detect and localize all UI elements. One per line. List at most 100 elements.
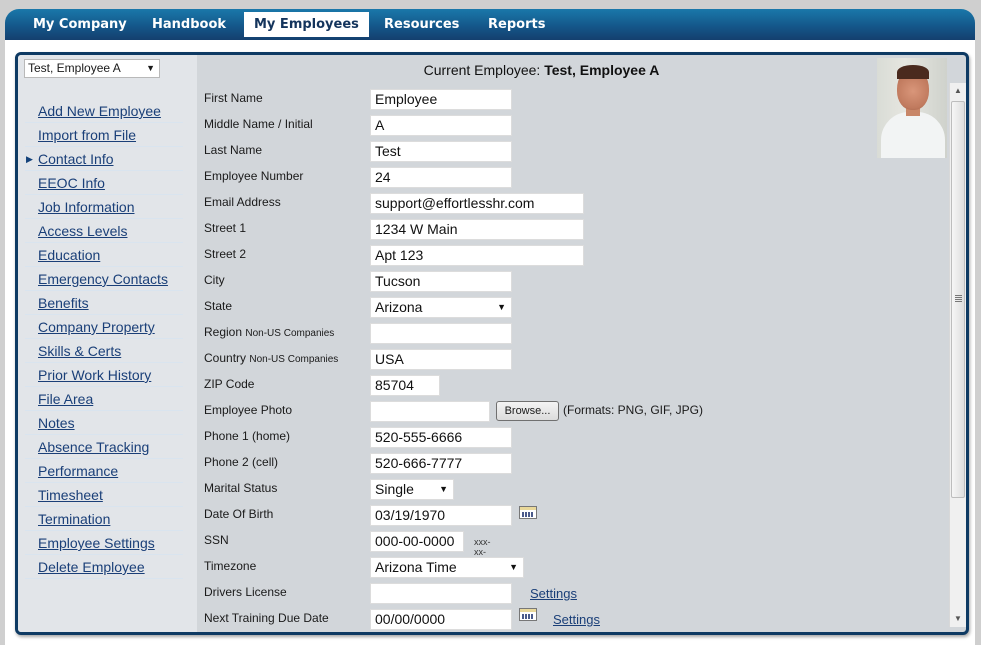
phone1-label: Phone 1 (home) — [204, 429, 291, 443]
sidebar-link[interactable]: Emergency Contacts — [38, 271, 168, 287]
street1-label: Street 1 — [204, 221, 247, 235]
sidebar-link[interactable]: Benefits — [38, 295, 89, 311]
sidebar-link[interactable]: Contact Info — [38, 151, 114, 167]
region-input[interactable] — [370, 323, 512, 344]
sidebar-link[interactable]: Employee Settings — [38, 535, 155, 551]
first-name-input[interactable]: Employee — [370, 89, 512, 110]
employee-select[interactable]: Test, Employee A ▼ — [24, 59, 160, 78]
sidebar-link[interactable]: Delete Employee — [38, 559, 145, 575]
first-name-label: First Name — [204, 91, 263, 105]
photo-shirt — [881, 112, 945, 158]
sidebar-link[interactable]: Notes — [38, 415, 75, 431]
sidebar-link[interactable]: Timesheet — [38, 487, 103, 503]
nav-my-employees[interactable]: My Employees — [244, 12, 369, 37]
scroll-thumb[interactable] — [951, 101, 965, 498]
sidebar-item-absence-tracking: Absence Tracking — [25, 435, 183, 459]
sidebar-link[interactable]: Performance — [38, 463, 118, 479]
country-label-text: Country — [204, 351, 247, 365]
timezone-label: Timezone — [204, 559, 257, 573]
sidebar-link[interactable]: Absence Tracking — [38, 439, 149, 455]
country-input[interactable]: USA — [370, 349, 512, 370]
dob-input[interactable]: 03/19/1970 — [370, 505, 512, 526]
sidebar-item-eeoc-info: EEOC Info — [25, 171, 183, 195]
calendar-icon[interactable] — [519, 506, 537, 519]
nav-reports[interactable]: Reports — [478, 12, 555, 37]
calendar-icon[interactable] — [519, 608, 537, 621]
sidebar-link[interactable]: Termination — [38, 511, 110, 527]
state-label: State — [204, 299, 233, 313]
sidebar-link[interactable]: Education — [38, 247, 100, 263]
sidebar-item-access-levels: Access Levels — [25, 219, 183, 243]
sidebar-link[interactable]: EEOC Info — [38, 175, 105, 191]
employee-number-label: Employee Number — [204, 169, 304, 183]
top-nav: My Company Handbook My Employees Resourc… — [5, 9, 975, 40]
sidebar-item-emergency-contacts: Emergency Contacts — [25, 267, 183, 291]
sidebar-link[interactable]: Job Information — [38, 199, 135, 215]
timezone-select-value: Arizona Time — [375, 559, 457, 575]
photo-file-input[interactable] — [370, 401, 490, 422]
sidebar-item-notes: Notes — [25, 411, 183, 435]
sidebar-link[interactable]: Skills & Certs — [38, 343, 121, 359]
chevron-down-icon: ▼ — [509, 562, 518, 572]
chevron-down-icon: ▼ — [146, 63, 155, 73]
last-name-input[interactable]: Test — [370, 141, 512, 162]
sidebar-item-contact-info: ▶ Contact Info — [25, 147, 183, 171]
ssn-input[interactable]: 000-00-0000 — [370, 531, 464, 552]
timezone-select[interactable]: Arizona Time ▼ — [370, 557, 524, 578]
current-employee-label: Current Employee: — [423, 62, 541, 78]
nav-my-company[interactable]: My Company — [23, 12, 137, 37]
drivers-license-label: Drivers License — [204, 585, 287, 599]
employee-panel: Test, Employee A ▼ Add New Employee Impo… — [15, 52, 969, 635]
sidebar-item-prior-work-history: Prior Work History — [25, 363, 183, 387]
street2-input[interactable]: Apt 123 — [370, 245, 584, 266]
sidebar-link[interactable]: Import from File — [38, 127, 136, 143]
chevron-down-icon: ▼ — [439, 484, 448, 494]
middle-name-input[interactable]: A — [370, 115, 512, 136]
region-note: Non-US Companies — [245, 328, 335, 339]
sidebar-link[interactable]: Add New Employee — [38, 103, 161, 119]
email-input[interactable]: support@effortlesshr.com — [370, 193, 584, 214]
employee-photo — [877, 58, 947, 158]
region-label: Region Non-US Companies — [204, 325, 334, 339]
employee-number-input[interactable]: 24 — [370, 167, 512, 188]
sidebar: Test, Employee A ▼ Add New Employee Impo… — [18, 55, 197, 632]
scroll-up-icon[interactable]: ▲ — [950, 83, 966, 99]
sidebar-item-company-property: Company Property — [25, 315, 183, 339]
drivers-license-settings-link[interactable]: Settings — [530, 586, 577, 601]
phone2-label: Phone 2 (cell) — [204, 455, 279, 469]
marital-select-value: Single — [375, 481, 414, 497]
state-select-value: Arizona — [375, 299, 423, 315]
browse-button[interactable]: Browse... — [496, 401, 559, 421]
sidebar-link[interactable]: Access Levels — [38, 223, 127, 239]
sidebar-link[interactable]: Prior Work History — [38, 367, 151, 383]
phone2-input[interactable]: 520-666-7777 — [370, 453, 512, 474]
marital-select[interactable]: Single ▼ — [370, 479, 454, 500]
next-training-input[interactable]: 00/00/0000 — [370, 609, 512, 630]
drivers-license-input[interactable] — [370, 583, 512, 604]
nav-handbook[interactable]: Handbook — [142, 12, 236, 37]
sidebar-item-file-area: File Area — [25, 387, 183, 411]
scroll-down-icon[interactable]: ▼ — [950, 611, 966, 627]
next-training-settings-link[interactable]: Settings — [553, 612, 600, 627]
grip-icon — [955, 295, 962, 302]
current-employee-heading: Current Employee: Test, Employee A — [197, 62, 886, 78]
nav-resources[interactable]: Resources — [374, 12, 469, 37]
sidebar-item-timesheet: Timesheet — [25, 483, 183, 507]
sidebar-link[interactable]: Company Property — [38, 319, 155, 335]
state-select[interactable]: Arizona ▼ — [370, 297, 512, 318]
zip-input[interactable]: 85704 — [370, 375, 440, 396]
sidebar-item-import-from-file: Import from File — [25, 123, 183, 147]
email-label: Email Address — [204, 195, 281, 209]
middle-name-label: Middle Name / Initial — [204, 117, 313, 131]
city-input[interactable]: Tucson — [370, 271, 512, 292]
photo-hair — [897, 65, 929, 79]
triangle-right-icon: ▶ — [26, 154, 33, 164]
street1-input[interactable]: 1234 W Main — [370, 219, 584, 240]
sidebar-item-benefits: Benefits — [25, 291, 183, 315]
sidebar-link[interactable]: File Area — [38, 391, 93, 407]
phone1-input[interactable]: 520-555-6666 — [370, 427, 512, 448]
vertical-scrollbar[interactable]: ▲ ▼ — [949, 83, 966, 627]
sidebar-item-termination: Termination — [25, 507, 183, 531]
current-employee-name: Test, Employee A — [544, 62, 660, 78]
dob-label: Date Of Birth — [204, 507, 274, 521]
